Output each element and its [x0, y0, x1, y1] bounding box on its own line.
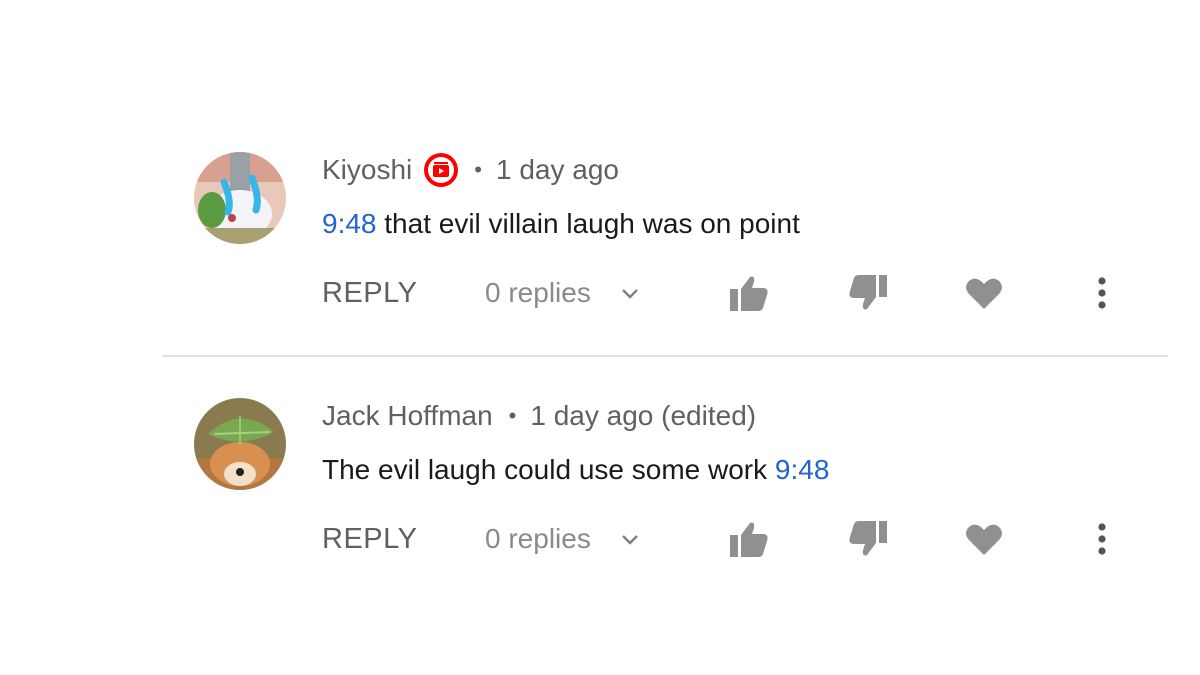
heart-icon — [966, 278, 1002, 309]
heart-button[interactable] — [962, 268, 1006, 318]
comment-text: 9:48 that evil villain laugh was on poin… — [322, 206, 800, 242]
comment-divider — [162, 355, 1168, 357]
avatar-image — [194, 152, 286, 244]
author-name[interactable]: Kiyoshi — [322, 154, 412, 186]
thumbs-up-icon — [730, 522, 768, 557]
dislike-button[interactable] — [846, 268, 890, 318]
like-button[interactable] — [727, 514, 771, 564]
avatar[interactable] — [194, 398, 286, 490]
heart-icon — [966, 524, 1002, 555]
thumbs-down-icon — [849, 521, 887, 556]
comment-body: The evil laugh could use some work — [322, 454, 775, 485]
separator-dot: • — [508, 403, 517, 428]
thumbs-down-icon — [849, 275, 887, 310]
avatar[interactable] — [194, 152, 286, 244]
comment-meta: Jack Hoffman • 1 day ago (edited) — [322, 398, 756, 434]
avatar-image — [194, 398, 286, 490]
replies-toggle[interactable]: 0 replies — [485, 268, 641, 318]
chevron-down-icon — [621, 535, 638, 545]
comment-body: that evil villain laugh was on point — [376, 208, 800, 239]
author-name[interactable]: Jack Hoffman — [322, 400, 493, 432]
replies-count: 0 replies — [485, 277, 591, 308]
like-button[interactable] — [727, 268, 771, 318]
comment-actions: REPLY 0 replies — [0, 514, 1200, 564]
comment-text: The evil laugh could use some work 9:48 — [322, 452, 829, 488]
creator-badge-icon — [424, 153, 459, 187]
comment-time[interactable]: 1 day ago — [496, 154, 619, 186]
more-options-button[interactable] — [1080, 268, 1124, 318]
comment-meta: Kiyoshi • 1 day ago — [322, 152, 619, 188]
timestamp-link[interactable]: 9:48 — [322, 208, 377, 240]
chevron-down-icon — [621, 289, 638, 299]
separator-dot: • — [474, 157, 482, 182]
heart-button[interactable] — [962, 514, 1006, 564]
comment-actions: REPLY 0 replies — [0, 268, 1200, 318]
timestamp-link[interactable]: 9:48 — [775, 454, 830, 486]
dislike-button[interactable] — [846, 514, 890, 564]
thumbs-up-icon — [730, 276, 768, 311]
more-vertical-icon — [1098, 277, 1106, 309]
more-options-button[interactable] — [1080, 514, 1124, 564]
replies-count: 0 replies — [485, 523, 591, 554]
more-vertical-icon — [1098, 523, 1106, 555]
comment-time[interactable]: 1 day ago (edited) — [530, 400, 756, 432]
reply-button[interactable]: REPLY — [322, 268, 417, 318]
reply-button[interactable]: REPLY — [322, 514, 417, 564]
replies-toggle[interactable]: 0 replies — [485, 514, 641, 564]
